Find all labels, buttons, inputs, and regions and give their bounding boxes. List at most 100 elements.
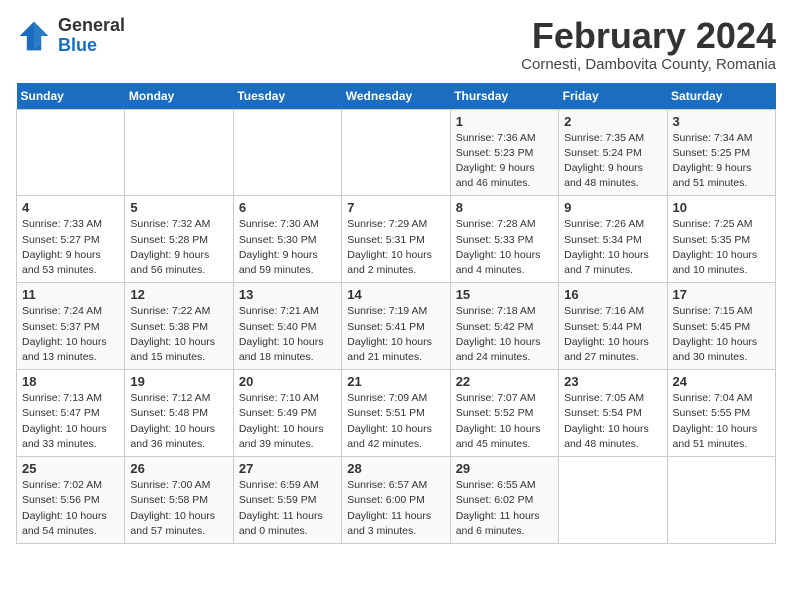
day-detail: Sunrise: 7:02 AM Sunset: 5:56 PM Dayligh… [22,478,119,539]
calendar-cell: 2 Sunrise: 7:35 AM Sunset: 5:24 PM Daylig… [559,109,667,196]
day-number: 27 [239,461,336,476]
day-detail: Sunrise: 7:04 AM Sunset: 5:55 PM Dayligh… [673,391,770,452]
day-number: 3 [673,114,770,129]
day-number: 23 [564,374,661,389]
calendar-cell: 25 Sunrise: 7:02 AM Sunset: 5:56 PM Dayli… [17,457,125,544]
header-day-thursday: Thursday [450,83,558,110]
day-number: 2 [564,114,661,129]
day-number: 22 [456,374,553,389]
calendar-cell: 16 Sunrise: 7:16 AM Sunset: 5:44 PM Dayli… [559,283,667,370]
day-detail: Sunrise: 7:13 AM Sunset: 5:47 PM Dayligh… [22,391,119,452]
day-number: 21 [347,374,444,389]
calendar-cell: 15Sunrise: 7:18 AM Sunset: 5:42 PM Dayli… [450,283,558,370]
day-detail: Sunrise: 7:35 AM Sunset: 5:24 PM Dayligh… [564,131,661,192]
day-detail: Sunrise: 7:33 AM Sunset: 5:27 PM Dayligh… [22,217,119,278]
week-row: 25 Sunrise: 7:02 AM Sunset: 5:56 PM Dayli… [17,457,776,544]
day-detail: Sunrise: 7:22 AM Sunset: 5:38 PM Dayligh… [130,304,227,365]
calendar-cell: 28 Sunrise: 6:57 AM Sunset: 6:00 PM Dayli… [342,457,450,544]
header-day-saturday: Saturday [667,83,775,110]
day-detail: Sunrise: 7:21 AM Sunset: 5:40 PM Dayligh… [239,304,336,365]
calendar-cell: 12 Sunrise: 7:22 AM Sunset: 5:38 PM Dayli… [125,283,233,370]
day-number: 29 [456,461,553,476]
day-number: 20 [239,374,336,389]
calendar-cell [17,109,125,196]
calendar-cell: 10 Sunrise: 7:25 AM Sunset: 5:35 PM Dayli… [667,196,775,283]
title-area: February 2024 Cornesti, Dambovita County… [521,16,776,73]
logo-general: General [58,16,125,36]
calendar-cell: 4 Sunrise: 7:33 AM Sunset: 5:27 PM Daylig… [17,196,125,283]
day-detail: Sunrise: 7:24 AM Sunset: 5:37 PM Dayligh… [22,304,119,365]
calendar-cell: 7Sunrise: 7:29 AM Sunset: 5:31 PM Daylig… [342,196,450,283]
day-number: 4 [22,200,119,215]
header-row: SundayMondayTuesdayWednesdayThursdayFrid… [17,83,776,110]
day-detail: Sunrise: 7:19 AM Sunset: 5:41 PM Dayligh… [347,304,444,365]
day-number: 16 [564,287,661,302]
day-detail: Sunrise: 6:57 AM Sunset: 6:00 PM Dayligh… [347,478,444,539]
month-title: February 2024 [521,16,776,56]
day-number: 18 [22,374,119,389]
day-number: 19 [130,374,227,389]
calendar-cell: 20 Sunrise: 7:10 AM Sunset: 5:49 PM Dayli… [233,370,341,457]
logo: General Blue [16,16,125,56]
week-row: 18 Sunrise: 7:13 AM Sunset: 5:47 PM Dayli… [17,370,776,457]
logo-icon [16,18,52,54]
day-detail: Sunrise: 7:00 AM Sunset: 5:58 PM Dayligh… [130,478,227,539]
week-row: 1 Sunrise: 7:36 AM Sunset: 5:23 PM Daylig… [17,109,776,196]
calendar-cell: 5 Sunrise: 7:32 AM Sunset: 5:28 PM Daylig… [125,196,233,283]
header-day-tuesday: Tuesday [233,83,341,110]
calendar-cell [233,109,341,196]
calendar-cell [125,109,233,196]
day-number: 12 [130,287,227,302]
day-number: 6 [239,200,336,215]
day-number: 26 [130,461,227,476]
calendar-cell: 11 Sunrise: 7:24 AM Sunset: 5:37 PM Dayli… [17,283,125,370]
day-number: 13 [239,287,336,302]
calendar-cell: 26 Sunrise: 7:00 AM Sunset: 5:58 PM Dayli… [125,457,233,544]
logo-text: General Blue [58,16,125,56]
logo-blue: Blue [58,36,125,56]
day-number: 25 [22,461,119,476]
day-detail: Sunrise: 7:12 AM Sunset: 5:48 PM Dayligh… [130,391,227,452]
day-number: 15 [456,287,553,302]
day-number: 28 [347,461,444,476]
calendar-table: SundayMondayTuesdayWednesdayThursdayFrid… [16,83,776,544]
calendar-body: 1 Sunrise: 7:36 AM Sunset: 5:23 PM Daylig… [17,109,776,543]
day-number: 5 [130,200,227,215]
calendar-cell: 23 Sunrise: 7:05 AM Sunset: 5:54 PM Dayli… [559,370,667,457]
day-detail: Sunrise: 6:59 AM Sunset: 5:59 PM Dayligh… [239,478,336,539]
day-detail: Sunrise: 7:25 AM Sunset: 5:35 PM Dayligh… [673,217,770,278]
header-day-sunday: Sunday [17,83,125,110]
day-number: 8 [456,200,553,215]
day-number: 24 [673,374,770,389]
day-number: 11 [22,287,119,302]
day-number: 10 [673,200,770,215]
day-detail: Sunrise: 7:32 AM Sunset: 5:28 PM Dayligh… [130,217,227,278]
day-detail: Sunrise: 7:07 AM Sunset: 5:52 PM Dayligh… [456,391,553,452]
calendar-cell: 13 Sunrise: 7:21 AM Sunset: 5:40 PM Dayli… [233,283,341,370]
calendar-cell: 21 Sunrise: 7:09 AM Sunset: 5:51 PM Dayli… [342,370,450,457]
day-number: 17 [673,287,770,302]
calendar-header: SundayMondayTuesdayWednesdayThursdayFrid… [17,83,776,110]
calendar-cell: 14Sunrise: 7:19 AM Sunset: 5:41 PM Dayli… [342,283,450,370]
header-day-friday: Friday [559,83,667,110]
week-row: 4 Sunrise: 7:33 AM Sunset: 5:27 PM Daylig… [17,196,776,283]
day-number: 1 [456,114,553,129]
day-detail: Sunrise: 7:10 AM Sunset: 5:49 PM Dayligh… [239,391,336,452]
day-detail: Sunrise: 7:05 AM Sunset: 5:54 PM Dayligh… [564,391,661,452]
calendar-cell: 17Sunrise: 7:15 AM Sunset: 5:45 PM Dayli… [667,283,775,370]
day-detail: Sunrise: 7:26 AM Sunset: 5:34 PM Dayligh… [564,217,661,278]
day-detail: Sunrise: 7:09 AM Sunset: 5:51 PM Dayligh… [347,391,444,452]
calendar-cell: 22 Sunrise: 7:07 AM Sunset: 5:52 PM Dayli… [450,370,558,457]
header-day-monday: Monday [125,83,233,110]
day-detail: Sunrise: 7:29 AM Sunset: 5:31 PM Dayligh… [347,217,444,278]
day-number: 9 [564,200,661,215]
calendar-cell: 6Sunrise: 7:30 AM Sunset: 5:30 PM Daylig… [233,196,341,283]
header-day-wednesday: Wednesday [342,83,450,110]
calendar-cell [342,109,450,196]
calendar-cell [559,457,667,544]
day-detail: Sunrise: 7:36 AM Sunset: 5:23 PM Dayligh… [456,131,553,192]
day-detail: Sunrise: 7:16 AM Sunset: 5:44 PM Dayligh… [564,304,661,365]
calendar-cell: 19 Sunrise: 7:12 AM Sunset: 5:48 PM Dayli… [125,370,233,457]
calendar-cell [667,457,775,544]
calendar-cell: 24 Sunrise: 7:04 AM Sunset: 5:55 PM Dayli… [667,370,775,457]
